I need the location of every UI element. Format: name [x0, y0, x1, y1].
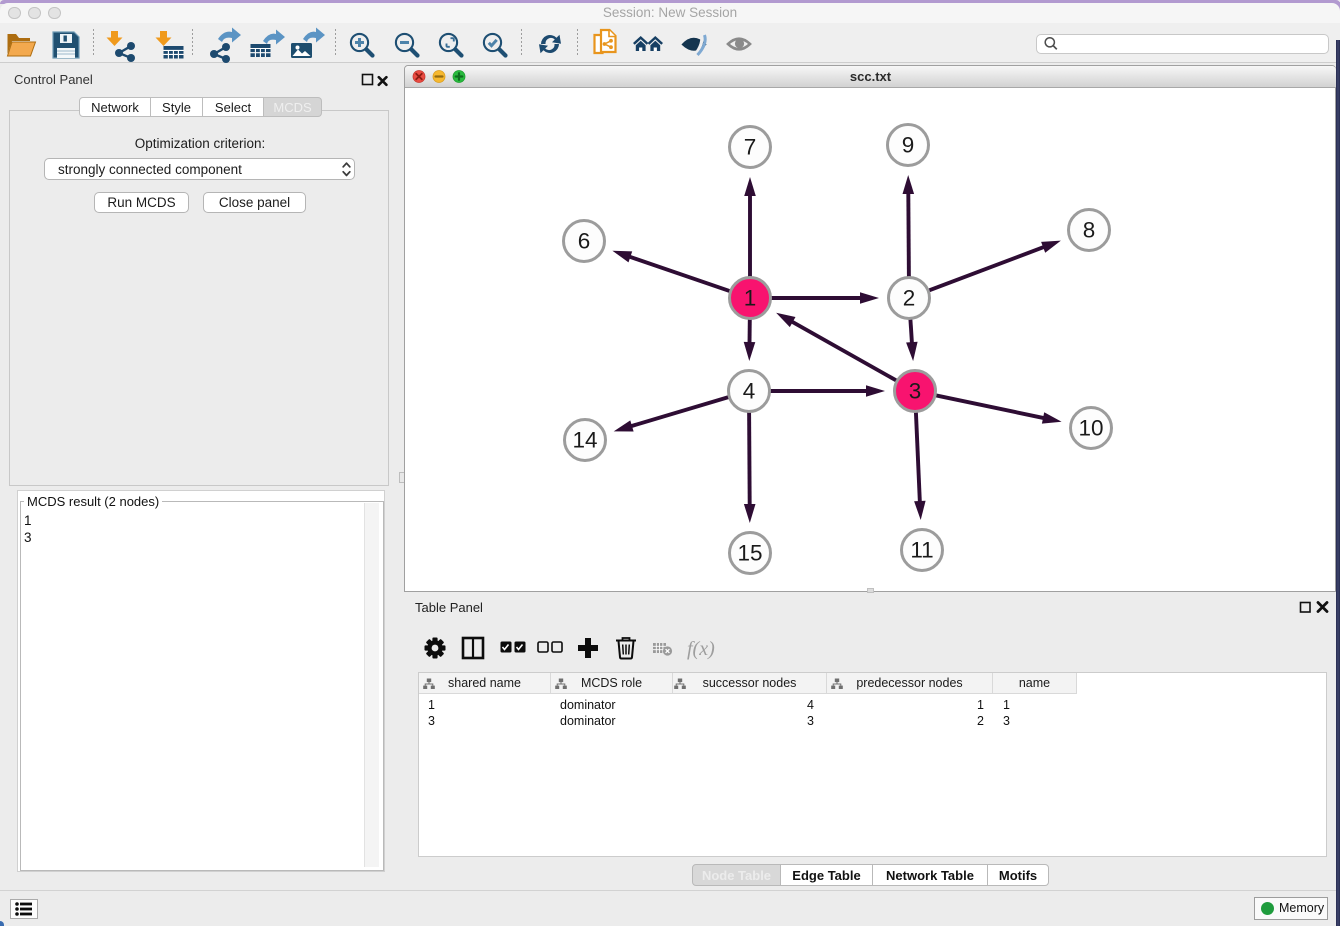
svg-text:15: 15: [737, 541, 762, 566]
svg-text:8: 8: [1083, 218, 1096, 243]
svg-text:9: 9: [902, 133, 915, 158]
svg-text:2: 2: [903, 286, 916, 311]
svg-text:f(x): f(x): [687, 638, 715, 660]
svg-text:7: 7: [744, 135, 757, 160]
svg-text:10: 10: [1078, 416, 1103, 441]
svg-text:14: 14: [572, 428, 597, 453]
svg-text:3: 3: [909, 379, 922, 404]
svg-text:11: 11: [910, 538, 933, 563]
svg-text:1: 1: [744, 286, 757, 311]
svg-text:4: 4: [743, 379, 756, 404]
svg-text:6: 6: [578, 229, 591, 254]
